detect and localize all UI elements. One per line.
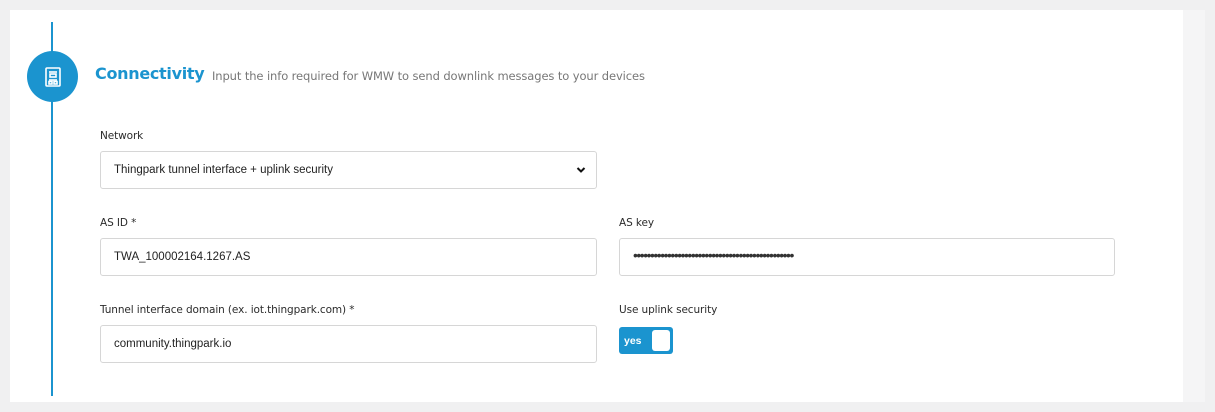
as-key-masked-value: ••••••••••••••••••••••••••••••••••••••••… [633,247,794,263]
as-id-input[interactable]: TWA_100002164.1267.AS [100,238,597,276]
step-indicator [27,51,78,102]
toggle-state-text: yes [624,334,642,347]
as-id-label: AS ID * [100,217,137,229]
network-selected-value: Thingpark tunnel interface + uplink secu… [114,164,333,176]
network-select[interactable]: Thingpark tunnel interface + uplink secu… [100,151,597,189]
uplink-security-toggle[interactable]: yes [619,327,673,354]
chevron-down-icon [576,167,586,173]
section-subtitle: Input the info required for WMW to send … [212,69,645,83]
as-key-password-input[interactable]: ••••••••••••••••••••••••••••••••••••••••… [619,238,1115,276]
tunnel-domain-label: Tunnel interface domain (ex. iot.thingpa… [100,304,355,316]
tunnel-domain-value: community.thingpark.io [114,338,232,350]
tunnel-domain-input[interactable]: community.thingpark.io [100,325,597,363]
right-gutter [1183,10,1205,402]
section-title: Connectivity [95,64,205,83]
toggle-knob[interactable] [652,330,670,351]
as-id-value: TWA_100002164.1267.AS [114,251,251,263]
form-document-icon [44,66,61,87]
as-key-label: AS key [619,217,654,229]
network-label: Network [100,130,144,142]
uplink-security-label: Use uplink security [619,304,718,316]
